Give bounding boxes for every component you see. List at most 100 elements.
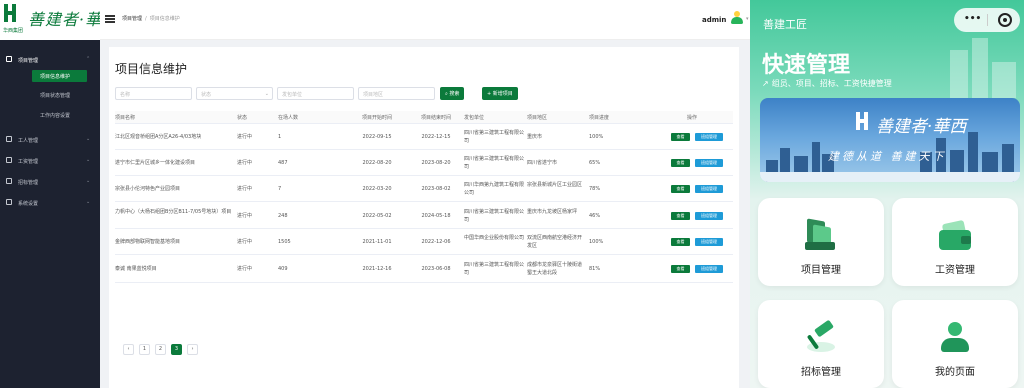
admin-app: 华西集团 善建者·華西 项目管理 / 项目信息维护 admin ▾ 项目管理 ⌃ 项… <box>0 0 750 388</box>
status-filter-select[interactable]: 状态 ⌄ <box>196 87 273 100</box>
mini-program-capsule: ••• <box>954 8 1020 32</box>
brand-logo[interactable]: 华西集团 善建者·華西 <box>0 0 118 40</box>
sidebar-group-project[interactable]: 项目管理 ⌃ <box>0 53 100 67</box>
more-icon[interactable]: ••• <box>964 14 981 24</box>
card-label: 招标管理 <box>801 367 841 378</box>
table-header-cell[interactable]: 在场人数 <box>278 114 340 122</box>
issuer-filter-input[interactable]: 发包单位 <box>277 87 354 100</box>
sidebar-item-project-info[interactable]: 项目信息维护 <box>32 70 87 82</box>
card-project-management[interactable]: 项目管理 <box>758 198 884 286</box>
team-manage-button[interactable]: 班组管理 <box>695 265 723 273</box>
breadcrumb-item[interactable]: 项目管理 <box>122 16 142 22</box>
menu-toggle-icon[interactable] <box>105 15 115 23</box>
card-my-page[interactable]: 我的页面 <box>892 300 1018 388</box>
user-name[interactable]: admin <box>702 16 726 24</box>
table-row[interactable]: 力帆中心（大杨石组团B分区B11-7/05号地块）项目 进行中 248 2022-05… <box>115 202 733 229</box>
card-salary-management[interactable]: 工资管理 <box>892 198 1018 286</box>
table-cell: 金牌西部物联网智能基地项目 <box>115 239 181 245</box>
table-row[interactable]: 江北区观音桥组团A分区A26-4/03地块 进行中 1 2022-09-15 2022-… <box>115 124 733 150</box>
table-cell: 进行中 <box>237 266 253 272</box>
table-cell: 成都市龙泉驿区十陵街道蜀王大道北段 <box>527 262 583 276</box>
table-header-cell[interactable]: 项目进度 <box>589 114 649 122</box>
sidebar-group-salary[interactable]: 工资管理 ⌄ <box>0 154 100 168</box>
sidebar-item-project-status[interactable]: 项目状态管理 <box>0 89 100 101</box>
table-cell: 四川省第三建筑工程有限公司 <box>464 209 525 223</box>
add-project-button[interactable]: + 新增项目 <box>482 87 518 100</box>
team-manage-button[interactable]: 班组管理 <box>695 238 723 246</box>
sidebar-group-workers[interactable]: 工人管理 ⌄ <box>0 133 100 147</box>
chevron-down-icon: ⌄ <box>86 178 91 184</box>
card-label: 项目管理 <box>801 265 841 276</box>
worker-icon <box>6 136 12 142</box>
table-header-cell[interactable]: 项目开始时间 <box>348 114 406 122</box>
sidebar-group-label: 招标管理 <box>18 180 39 186</box>
hero-title: 快速管理 <box>762 53 851 78</box>
banner-logo-h-icon <box>856 112 870 134</box>
background-building <box>992 62 1016 98</box>
team-manage-button[interactable]: 班组管理 <box>695 185 723 193</box>
table-cell: 2021-11-01 <box>362 239 392 245</box>
table-header-cell[interactable]: 状态 <box>237 114 275 122</box>
team-manage-button[interactable]: 班组管理 <box>695 133 723 141</box>
table-header-cell[interactable]: 项目结束时间 <box>410 114 462 122</box>
prev-page-button[interactable]: ‹ <box>123 344 134 355</box>
table-cell: 248 <box>278 213 288 219</box>
chevron-down-icon: ⌄ <box>86 136 91 142</box>
region-filter-input[interactable]: 项目地区 <box>358 87 435 100</box>
page-button[interactable]: 2 <box>155 344 166 355</box>
breadcrumb-current: 项目信息维护 <box>149 16 180 22</box>
search-button[interactable]: ⌕ 搜索 <box>440 87 465 100</box>
chevron-down-icon[interactable]: ▾ <box>746 16 749 22</box>
table-header-cell[interactable]: 项目名称 <box>115 114 233 122</box>
table-cell: 遂宁市仁里片区城乡一体化建设项目 <box>115 160 196 166</box>
top-bar: 项目管理 / 项目信息维护 admin ▾ <box>100 0 750 40</box>
table-header-cell[interactable]: 项目地区 <box>527 114 585 122</box>
wallet-icon <box>937 218 973 254</box>
banner-image: 善建者·華西 建德从道 善建天下 <box>760 98 1020 182</box>
sidebar-group-settings[interactable]: 系统设置 ⌄ <box>0 196 100 210</box>
table-row[interactable]: 泰诚 南果蓝悦项目 进行中 409 2021-12-16 2023-06-08 四川省第三… <box>115 255 733 283</box>
team-manage-button[interactable]: 班组管理 <box>695 212 723 220</box>
table-cell: 宗张县小伦河特色产业园项目 <box>115 186 181 192</box>
table-row[interactable]: 遂宁市仁里片区城乡一体化建设项目 进行中 487 2022-08-20 2023-08-… <box>115 150 733 176</box>
table-cell: 力帆中心（大杨石组团B分区B11-7/05号地块）项目 <box>115 209 232 215</box>
card-bidding-management[interactable]: 招标管理 <box>758 300 884 388</box>
salary-icon <box>6 157 12 163</box>
capsule-divider <box>987 14 988 26</box>
view-button[interactable]: 查看 <box>671 238 690 246</box>
page-button-active[interactable]: 3 <box>171 344 182 355</box>
team-manage-button[interactable]: 班组管理 <box>695 159 723 167</box>
table-cell: 2022-12-06 <box>421 239 451 245</box>
table-cell: 487 <box>278 160 288 166</box>
table-cell: 78% <box>589 186 601 192</box>
sidebar-item-work-content[interactable]: 工作内容设置 <box>0 109 100 121</box>
name-filter-input[interactable]: 名称 <box>115 87 192 100</box>
table-cell: 四川省第三建筑工程有限公司 <box>464 262 525 276</box>
chevron-down-icon: ⌄ <box>86 157 91 163</box>
logo-subtitle: 华西集团 <box>3 28 24 34</box>
view-button[interactable]: 查看 <box>671 159 690 167</box>
settings-icon <box>6 199 12 205</box>
banner-water <box>760 172 1020 182</box>
table-cell: 100% <box>589 134 604 140</box>
table-row[interactable]: 宗张县小伦河特色产业园项目 进行中 7 2022-03-20 2023-08-02 四川华… <box>115 176 733 202</box>
sidebar-group-bidding[interactable]: 招标管理 ⌄ <box>0 175 100 189</box>
close-target-icon[interactable] <box>998 13 1012 27</box>
view-button[interactable]: 查看 <box>671 265 690 273</box>
table-header-cell[interactable]: 操作 <box>687 114 750 122</box>
user-avatar[interactable] <box>730 11 744 25</box>
banner-slogan: 建德从道 善建天下 <box>828 150 947 163</box>
page-button[interactable]: 1 <box>139 344 150 355</box>
table-row[interactable]: 金牌西部物联网智能基地项目 进行中 1505 2021-11-01 2022-12-06… <box>115 229 733 255</box>
sidebar-item-label: 工作内容设置 <box>40 113 71 119</box>
table-cell: 四川省遂宁市 <box>527 160 558 166</box>
table-cell: 2022-03-20 <box>362 186 392 192</box>
table-cell: 2023-06-08 <box>421 266 451 272</box>
table-header-cell[interactable]: 发包单位 <box>464 114 524 122</box>
sidebar-group-label: 工人管理 <box>18 138 39 144</box>
next-page-button[interactable]: › <box>187 344 198 355</box>
view-button[interactable]: 查看 <box>671 185 690 193</box>
view-button[interactable]: 查看 <box>671 212 690 220</box>
table-cell: 宗张县新城片区工业园区 <box>527 182 583 188</box>
view-button[interactable]: 查看 <box>671 133 690 141</box>
